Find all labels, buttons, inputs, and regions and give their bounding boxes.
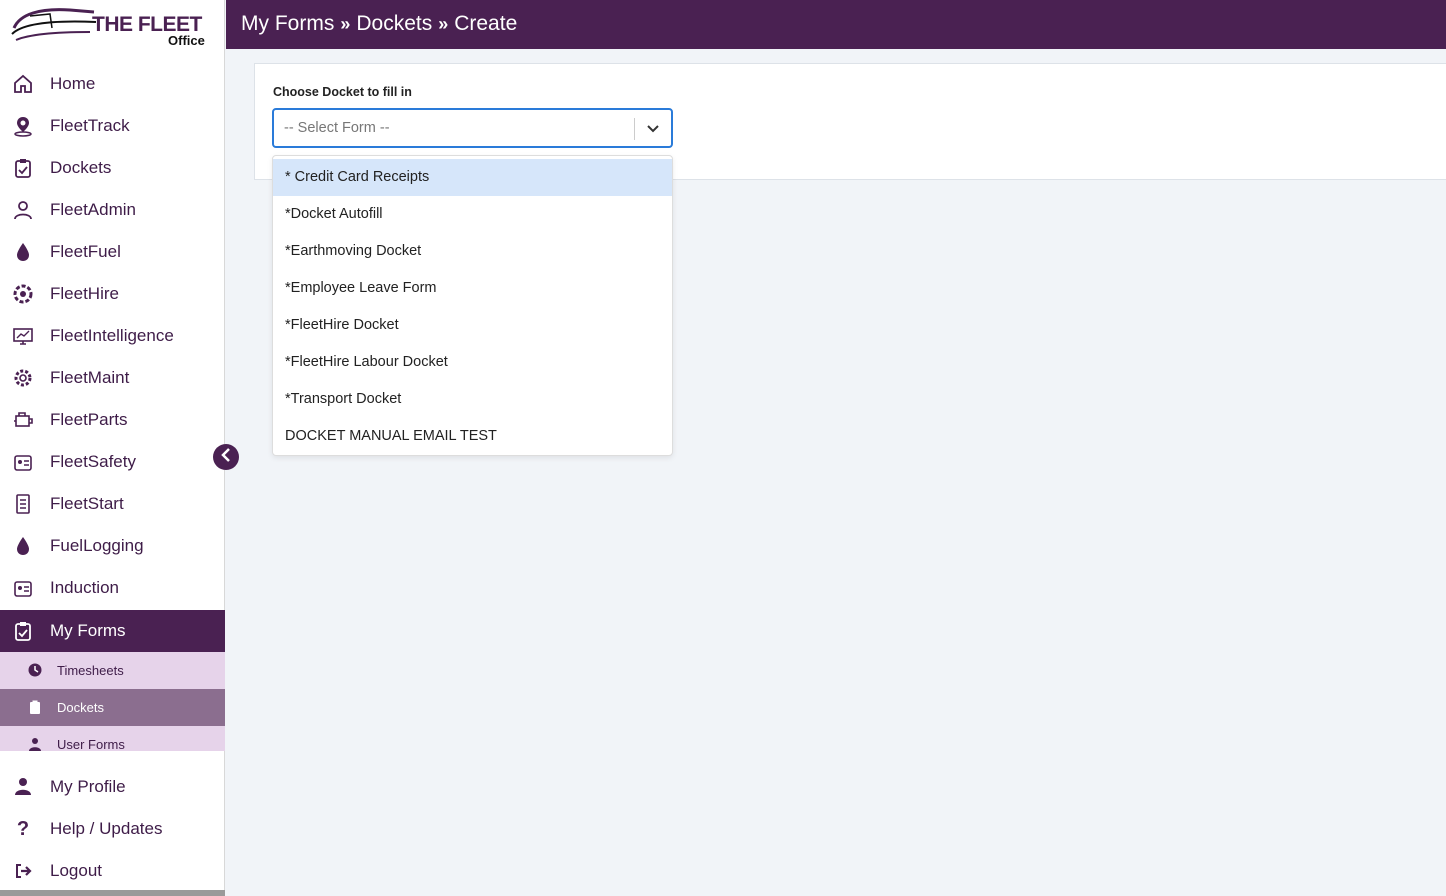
breadcrumb-my-forms[interactable]: My Forms [241,12,334,36]
fleet-office-logo[interactable]: THE FLEET Office [10,4,210,48]
clipboard-icon [28,700,42,714]
sidebar: THE FLEET Office Home FleetTrack Dockets… [0,0,225,896]
sidebar-item-label: My Profile [50,777,126,796]
sidebar-item-label: Help / Updates [50,819,163,838]
sidebar-item-label: My Forms [50,621,126,640]
sidebar-item-label: FleetSafety [50,452,136,471]
chevron-left-icon [220,447,232,467]
select-divider [634,118,635,140]
sidebar-subitem-label: Timesheets [57,663,124,678]
sidebar-subitem-dockets[interactable]: Dockets [0,689,225,726]
clipboard-check-icon [12,620,34,642]
id-card-icon [12,577,34,599]
sidebar-item-label: FleetHire [50,284,119,303]
sidebar-item-fleetstart[interactable]: FleetStart [0,483,225,525]
sidebar-item-fleetmaint[interactable]: FleetMaint [0,357,225,399]
sidebar-item-logout[interactable]: Logout [0,850,225,892]
docket-option[interactable]: *Earthmoving Docket [273,233,672,270]
logout-icon [12,860,34,882]
sidebar-item-label: FleetStart [50,494,124,513]
sidebar-item-label: FleetFuel [50,242,121,261]
sidebar-item-fuellogging[interactable]: FuelLogging [0,525,225,567]
sidebar-item-dockets[interactable]: Dockets [0,147,225,189]
sidebar-item-fleetparts[interactable]: FleetParts [0,399,225,441]
gears-icon [12,367,34,389]
sidebar-item-fleetadmin[interactable]: FleetAdmin [0,189,225,231]
docket-select[interactable]: -- Select Form -- [272,108,673,148]
home-icon [12,73,34,95]
sidebar-item-label: FleetAdmin [50,200,136,219]
breadcrumb: My Forms » Dockets » Create [241,12,517,36]
sidebar-item-label: Logout [50,861,102,880]
sidebar-item-help-updates[interactable]: ? Help / Updates [0,808,225,850]
clipboard-check-icon [12,157,34,179]
sidebar-item-fleetsafety[interactable]: FleetSafety [0,441,225,483]
page-header: My Forms » Dockets » Create [226,0,1446,49]
sidebar-subitem-timesheets[interactable]: Timesheets [0,652,225,689]
sidebar-collapse-button[interactable] [213,444,239,470]
select-placeholder: -- Select Form -- [284,120,390,136]
docket-option[interactable]: * Credit Card Receipts [273,159,672,196]
sidebar-item-fleethire[interactable]: FleetHire [0,273,225,315]
double-chevron-right-icon: » [438,13,449,34]
sidebar-item-fleetfuel[interactable]: FleetFuel [0,231,225,273]
docket-option[interactable]: *Docket Autofill [273,196,672,233]
sidebar-scrollbar[interactable] [0,890,225,896]
docket-option[interactable]: *FleetHire Labour Docket [273,344,672,381]
sidebar-item-my-profile[interactable]: My Profile [0,766,225,808]
sidebar-item-label: FuelLogging [50,536,144,555]
sidebar-item-label: Induction [50,578,119,597]
docket-select-label: Choose Docket to fill in [273,85,412,99]
sidebar-item-label: FleetTrack [50,116,130,135]
sidebar-item-label: FleetMaint [50,368,130,387]
user-icon [28,737,42,751]
engine-icon [12,409,34,431]
chevron-down-icon[interactable] [643,120,663,138]
docket-option[interactable]: *Employee Leave Form [273,270,672,307]
sidebar-item-home[interactable]: Home [0,63,225,105]
docket-option[interactable]: *FleetHire Docket [273,307,672,344]
docket-options-menu: * Credit Card Receipts *Docket Autofill … [272,155,673,456]
sidebar-item-label: FleetParts [50,410,128,429]
location-pin-icon [12,115,34,137]
sidebar-subitem-label: Dockets [57,700,104,715]
sidebar-item-label: FleetIntelligence [50,326,174,345]
breadcrumb-dockets[interactable]: Dockets [356,12,432,36]
docket-option[interactable]: DOCKET MANUAL EMAIL TEST [273,418,672,455]
sidebar-item-induction[interactable]: Induction [0,567,225,609]
docket-option[interactable]: *Transport Docket [273,381,672,418]
droplet-icon [12,535,34,557]
sidebar-item-label: Home [50,74,96,93]
monitor-chart-icon [12,325,34,347]
droplet-icon [12,241,34,263]
logo-sub-text: Office [168,33,205,48]
sidebar-subitem-label: User Forms [57,737,125,751]
clock-icon [28,663,42,677]
hire-badge-icon [12,283,34,305]
sidebar-item-label: Dockets [50,158,112,177]
sidebar-item-my-forms[interactable]: My Forms [0,610,225,652]
sidebar-item-fleetintelligence[interactable]: FleetIntelligence [0,315,225,357]
id-card-icon [12,451,34,473]
double-chevron-right-icon: » [340,13,351,34]
truck-logo-icon [11,8,97,41]
question-icon: ? [16,817,30,840]
checklist-icon [12,493,34,515]
sidebar-item-fleettrack[interactable]: FleetTrack [0,105,225,147]
user-icon [12,776,34,798]
breadcrumb-create: Create [454,12,518,35]
user-cog-icon [12,199,34,221]
sidebar-subitem-user-forms[interactable]: User Forms [0,726,225,751]
